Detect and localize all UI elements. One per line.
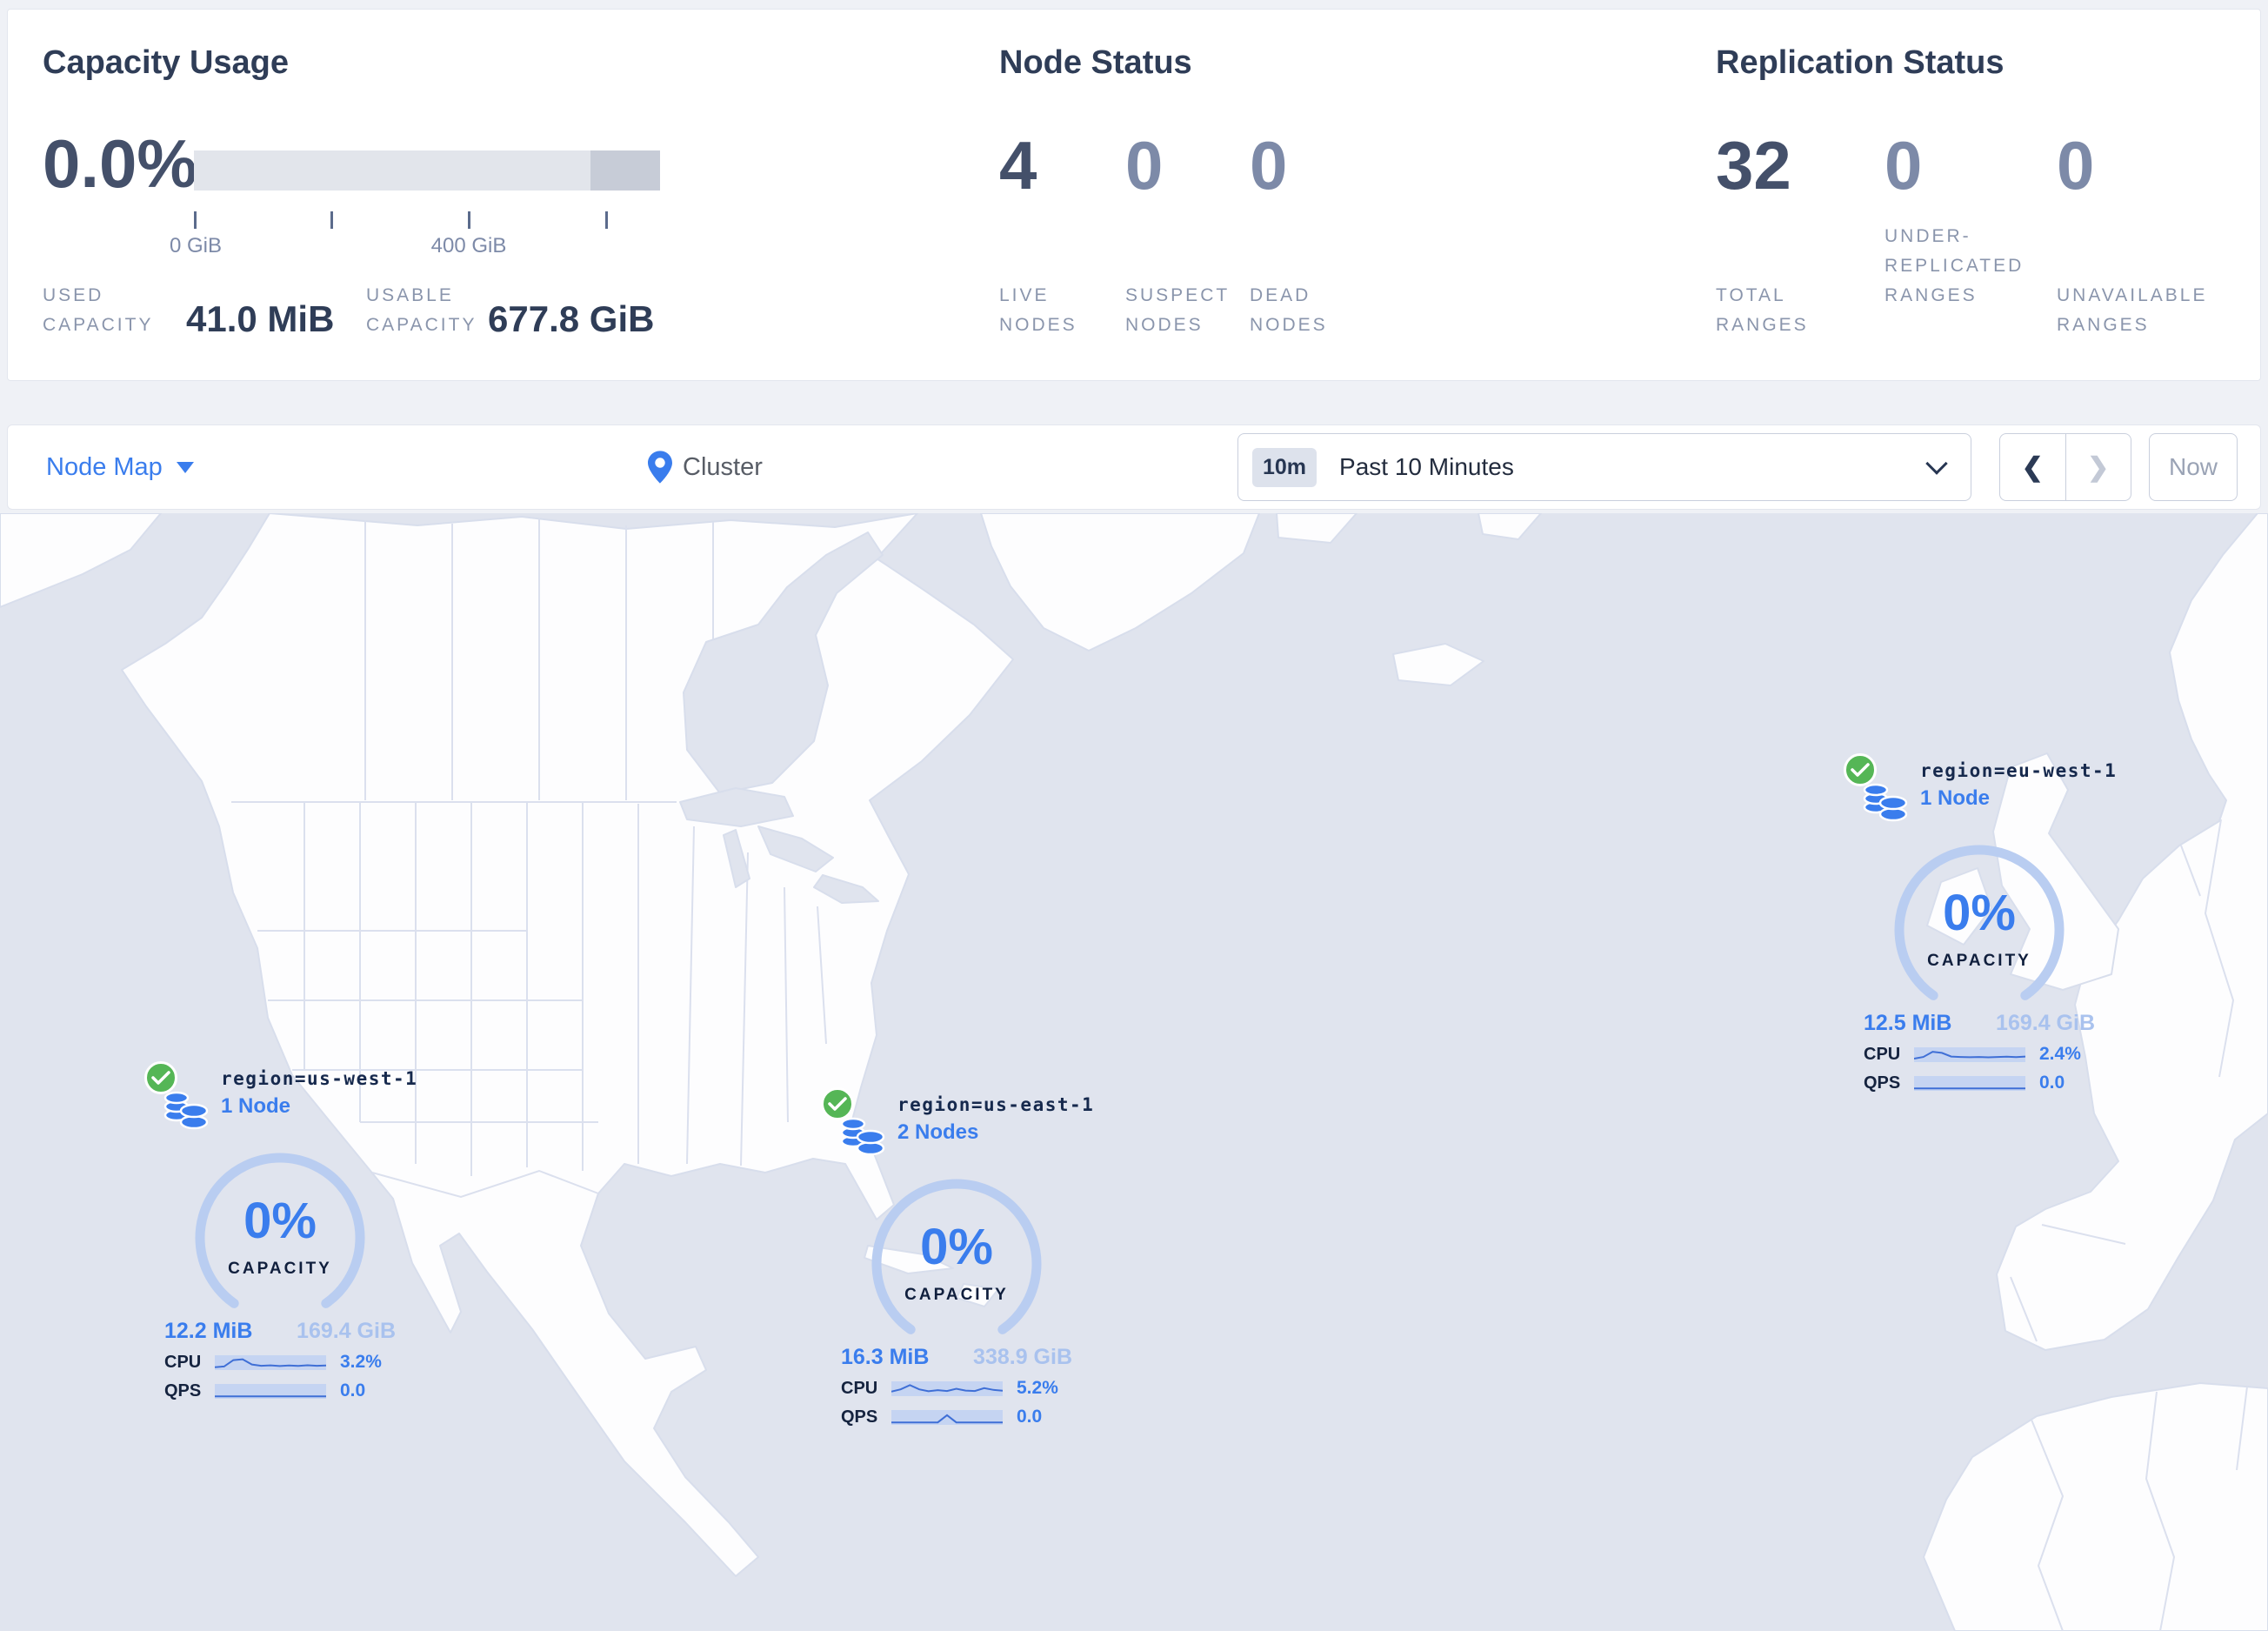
status-ok-icon — [821, 1087, 854, 1120]
dead-nodes-value: 0 — [1250, 127, 1288, 204]
map-alaska — [0, 513, 162, 608]
cpu-sparkline — [891, 1380, 1003, 1396]
cpu-label: CPU — [1864, 1044, 1901, 1064]
time-step-buttons: ❮ ❯ — [1999, 433, 2131, 501]
status-ok-icon — [144, 1061, 177, 1094]
region-node-count[interactable]: 2 Nodes — [897, 1120, 1094, 1145]
region-node-count[interactable]: 1 Node — [221, 1094, 417, 1119]
cpu-value: 3.2% — [340, 1352, 382, 1372]
chevron-down-icon — [1925, 452, 1948, 475]
live-nodes-value: 4 — [999, 127, 1037, 204]
time-step-back-button[interactable]: ❮ — [2000, 434, 2066, 500]
region-name: region=eu-west-1 — [1920, 760, 2118, 781]
cpu-value: 2.4% — [2039, 1044, 2081, 1064]
view-selector-dropdown[interactable]: Node Map — [46, 425, 194, 509]
breadcrumb-label: Cluster — [683, 452, 763, 481]
cockroachdb-node-map-page: { "header": { "capacity": { "title": "Ca… — [0, 0, 2268, 1631]
used-capacity-value: 41.0 MiB — [186, 298, 335, 339]
map-north-africa — [1923, 1382, 2268, 1631]
time-step-forward-button: ❯ — [2087, 452, 2110, 482]
capacity-gauge: 0% CAPACITY — [189, 1146, 371, 1317]
region-marker-us-east-1[interactable]: region=us-east-1 2 Nodes 0% CAPACITY 16.… — [821, 1087, 1093, 1427]
under-replicated-ranges-value: 0 — [1884, 127, 1923, 204]
total-ranges-value: 32 — [1716, 127, 1791, 204]
cpu-sparkline — [1914, 1046, 2025, 1062]
capacity-caption: CAPACITY — [228, 1260, 332, 1278]
time-range-dropdown[interactable]: 10m Past 10 Minutes — [1237, 433, 1971, 501]
capacity-percent: 0% — [1943, 885, 2016, 941]
qps-sparkline — [891, 1409, 1003, 1425]
axis-tick-0gib: 0 GiB — [169, 234, 223, 257]
qps-label: QPS — [1864, 1073, 1901, 1093]
region-marker-us-west-1[interactable]: region=us-west-1 1 Node 0% CAPACITY 12.2… — [144, 1061, 417, 1401]
capacity-gauge: 0% CAPACITY — [865, 1173, 1048, 1343]
qps-sparkline — [215, 1383, 326, 1399]
status-ok-icon — [1844, 753, 1877, 786]
time-range-badge: 10m — [1252, 447, 1317, 487]
cpu-label: CPU — [841, 1378, 878, 1398]
capacity-percent: 0% — [243, 1193, 317, 1249]
capacity-usage-bar — [194, 150, 660, 191]
cpu-sparkline — [215, 1354, 326, 1370]
unavailable-ranges-value: 0 — [2057, 127, 2095, 204]
qps-sparkline — [1914, 1075, 2025, 1091]
capacity-usage-axis: 0 GiB 400 GiB — [170, 211, 661, 257]
qps-value: 0.0 — [2039, 1073, 2065, 1093]
map-toolbar: Node Map Cluster 10m Past 10 Minutes ❮ ❯… — [7, 424, 2261, 510]
axis-tick-400gib: 400 GiB — [430, 234, 507, 257]
under-replicated-ranges-label: UNDER-REPLICATED RANGES — [1884, 226, 2025, 305]
usable-capacity-value: 677.8 GiB — [488, 298, 655, 339]
capacity-usage-title: Capacity Usage — [43, 44, 290, 81]
cpu-value: 5.2% — [1017, 1378, 1058, 1398]
triangle-down-icon — [176, 461, 194, 473]
dead-nodes-label: DEAD NODES — [1250, 285, 1328, 335]
unavailable-ranges-label: UNAVAILABLE RANGES — [2057, 285, 2208, 335]
location-pin-icon — [648, 451, 672, 484]
map-greenland — [980, 513, 1260, 652]
breadcrumb[interactable]: Cluster — [648, 425, 763, 509]
qps-label: QPS — [164, 1380, 202, 1400]
suspect-nodes-label: SUSPECT NODES — [1125, 285, 1230, 335]
capacity-usage-bar-nonusable — [590, 150, 660, 191]
capacity-caption: CAPACITY — [1927, 952, 2031, 970]
suspect-nodes-value: 0 — [1125, 127, 1164, 204]
time-range-label: Past 10 Minutes — [1339, 453, 1514, 480]
capacity-gauge: 0% CAPACITY — [1888, 839, 2071, 1009]
region-name: region=us-west-1 — [221, 1068, 418, 1089]
node-status-title: Node Status — [999, 44, 1192, 81]
region-marker-eu-west-1[interactable]: region=eu-west-1 1 Node 0% CAPACITY 12.5… — [1844, 753, 2116, 1093]
total-ranges-label: TOTAL RANGES — [1716, 285, 1809, 335]
map-iceland — [1392, 643, 1484, 686]
region-node-count[interactable]: 1 Node — [1920, 786, 2117, 811]
capacity-percent: 0% — [920, 1219, 993, 1275]
qps-value: 0.0 — [1017, 1407, 1043, 1427]
cluster-summary-bar: Capacity Usage 0.0% 0 GiB 400 GiB USED C… — [7, 9, 2261, 381]
region-name: region=us-east-1 — [897, 1094, 1095, 1115]
used-capacity-label: USED CAPACITY — [43, 285, 154, 335]
now-button[interactable]: Now — [2149, 433, 2238, 501]
capacity-usage-percent: 0.0% — [43, 125, 197, 202]
qps-value: 0.0 — [340, 1380, 366, 1400]
live-nodes-label: LIVE NODES — [999, 285, 1077, 335]
view-selector-label: Node Map — [46, 452, 163, 481]
capacity-caption: CAPACITY — [904, 1286, 1009, 1304]
capacity-usage-section: Capacity Usage — [43, 44, 289, 82]
qps-label: QPS — [841, 1407, 878, 1427]
cpu-label: CPU — [164, 1352, 202, 1372]
replication-status-title: Replication Status — [1716, 44, 2005, 81]
